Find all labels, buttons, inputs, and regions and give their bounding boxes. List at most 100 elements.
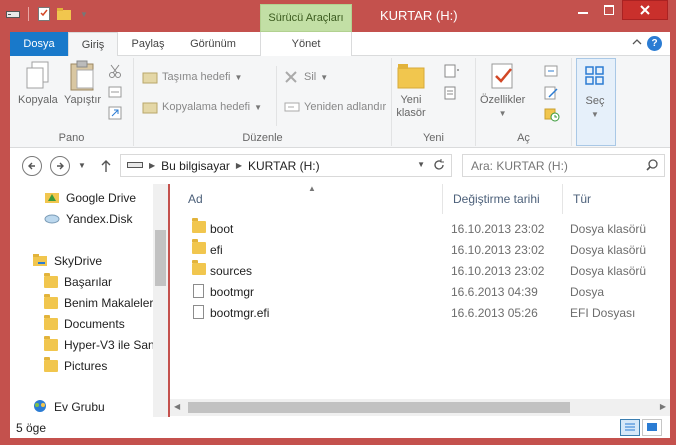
nav-item-benim-makaleler[interactable]: Benim Makaleler [44,293,153,313]
paste-button[interactable]: Yapıştır [64,60,101,107]
easy-access-icon[interactable] [444,86,460,100]
new-folder-label-line1: Yeni [400,94,422,106]
folder-icon [44,273,58,288]
breadcrumb-this-pc[interactable]: Bu bilgisayar [161,159,230,173]
file-date: 16.10.2013 23:02 [451,263,545,278]
nav-item-pictures[interactable]: Pictures [44,356,107,376]
tab-view[interactable]: Görünüm [180,32,246,56]
file-row[interactable]: sources 16.10.2013 23:02 Dosya klasörü [170,260,670,281]
refresh-icon[interactable] [433,159,445,174]
view-switcher [620,419,662,436]
ribbon-collapse-icon[interactable] [632,38,642,49]
scroll-right-icon[interactable]: ▶ [660,402,666,411]
new-folder-label-line2: klasör [396,107,426,119]
column-type-label: Tür [573,192,591,206]
copy-label: Kopyala [18,94,58,106]
delete-icon [284,70,300,84]
nav-item-google-drive[interactable]: Google Drive [44,188,136,208]
tab-manage[interactable]: Yönet [260,32,352,56]
column-header-name[interactable]: Ad [170,184,443,214]
column-header-type[interactable]: Tür [563,184,670,214]
copy-path-icon[interactable] [108,85,124,99]
close-button[interactable] [622,0,668,20]
homegroup-icon [32,399,48,416]
folder-icon [192,260,206,275]
horizontal-scroll-thumb[interactable] [188,402,570,413]
copy-button[interactable]: Kopyala [18,60,58,107]
nav-scroll-thumb[interactable] [155,230,166,286]
horizontal-scrollbar[interactable]: ◀ ▶ [170,399,670,416]
window-controls [570,0,668,20]
organize-divider [276,66,277,126]
details-view-icon[interactable] [620,419,640,436]
group-new-label: Yeni [422,132,444,144]
new-folder-big-icon [396,60,426,92]
address-row: ▼ ▶ Bu bilgisayar ▶ KURTAR (H:) ▼ Ara: K… [10,148,670,184]
group-clipboard-label: Pano [58,132,85,144]
forward-button[interactable] [50,156,70,176]
history-icon[interactable] [544,108,560,122]
move-to-button[interactable]: Taşıma hedefi ▼ [142,70,242,84]
tab-home[interactable]: Giriş [68,32,118,57]
delete-button[interactable]: Sil ▼ [284,70,328,84]
paste-shortcut-icon[interactable] [108,106,124,120]
scroll-left-icon[interactable]: ◀ [174,402,180,411]
search-icon[interactable] [646,159,658,174]
status-bar: 5 öge [10,417,670,438]
file-type: Dosya [570,284,605,299]
nav-label: Başarılar [64,275,113,289]
google-drive-icon [44,190,60,207]
tab-share[interactable]: Paylaş [122,32,174,56]
nav-item-hyper-v3[interactable]: Hyper-V3 ile Sana [44,335,161,355]
back-button[interactable] [22,156,42,176]
move-to-caret-icon: ▼ [234,72,243,82]
nav-item-yandex-disk[interactable]: Yandex.Disk [44,209,132,229]
copy-to-label: Kopyalama hedefi [162,101,251,113]
help-icon[interactable]: ? [647,36,662,51]
properties-button[interactable]: Özellikler ▼ [480,60,525,120]
file-row[interactable]: bootmgr 16.6.2013 04:39 Dosya [170,281,670,302]
search-placeholder: Ara: KURTAR (H:) [471,158,568,173]
address-dropdown-icon[interactable]: ▼ [417,160,425,169]
file-type: Dosya klasörü [570,221,647,236]
properties-caret-icon: ▼ [498,109,507,118]
navigation-pane: Google Drive Yandex.Disk SkyDrive Başarı… [10,184,168,417]
delete-caret-icon: ▼ [320,72,329,82]
rename-button[interactable]: Yeniden adlandır [284,100,386,114]
large-icons-view-icon[interactable] [642,419,662,436]
recent-locations-icon[interactable]: ▼ [78,161,86,170]
nav-item-basarilar[interactable]: Başarılar [44,272,112,292]
tab-file[interactable]: Dosya [10,32,68,56]
file-icon [193,284,204,298]
new-folder-icon[interactable] [57,7,71,21]
file-row[interactable]: bootmgr.efi 16.6.2013 05:26 EFI Dosyası [170,302,670,323]
select-button[interactable]: Seç ▼ [576,58,616,146]
breadcrumb-drive[interactable]: KURTAR (H:) [248,159,320,173]
explorer-window: ▼ Sürücü Araçları KURTAR (H:) Dosya Giri… [0,0,676,445]
maximize-button[interactable] [596,0,622,20]
file-row[interactable]: efi 16.10.2013 23:02 Dosya klasörü [170,239,670,260]
open-icon[interactable] [544,64,560,78]
file-row[interactable]: boot 16.10.2013 23:02 Dosya klasörü [170,218,670,239]
up-icon[interactable] [100,159,112,176]
nav-scrollbar[interactable] [153,184,168,417]
nav-item-homegroup[interactable]: Ev Grubu [32,397,105,417]
new-folder-button[interactable]: Yeni klasör [396,60,426,120]
cut-icon[interactable] [108,64,124,78]
properties-icon[interactable] [37,7,51,21]
rename-icon [284,100,300,114]
file-name: bootmgr.efi [210,305,270,320]
select-big: Seç ▼ [580,61,610,121]
qat-customize-icon[interactable]: ▼ [77,7,91,21]
nav-item-skydrive[interactable]: SkyDrive [32,251,102,271]
nav-item-documents[interactable]: Documents [44,314,125,334]
search-input[interactable]: Ara: KURTAR (H:) [462,154,665,177]
nav-label: SkyDrive [54,254,103,268]
address-bar[interactable]: ▶ Bu bilgisayar ▶ KURTAR (H:) ▼ [120,154,452,177]
copy-to-button[interactable]: Kopyalama hedefi ▼ [142,100,262,114]
edit-icon[interactable] [544,86,560,100]
column-header-date[interactable]: Değiştirme tarihi [443,184,563,214]
new-item-icon[interactable] [444,64,460,78]
minimize-button[interactable] [570,0,596,20]
nav-label: Benim Makaleler [64,296,154,310]
